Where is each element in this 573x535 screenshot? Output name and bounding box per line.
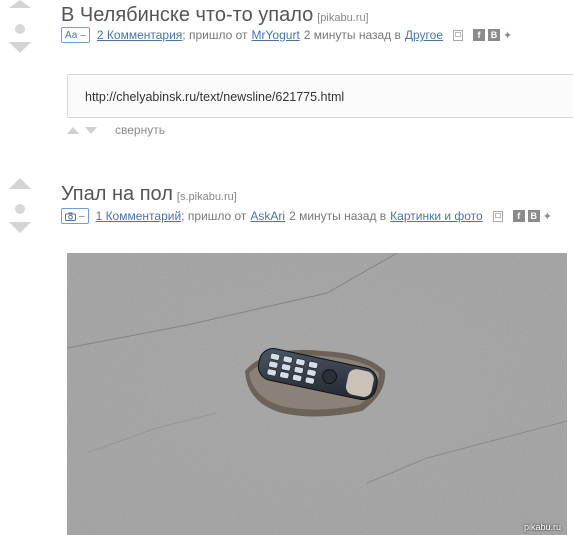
- link-preview-box: http://chelyabinsk.ru/text/newsline/6217…: [67, 74, 573, 118]
- badge-separator: –: [80, 29, 86, 41]
- vote-panel: [8, 178, 32, 233]
- link-url[interactable]: http://chelyabinsk.ru/text/newsline/6217…: [85, 90, 344, 104]
- downvote-icon[interactable]: [9, 222, 31, 233]
- post-title-text[interactable]: В Челябинске что-то упало: [61, 4, 313, 26]
- post-meta: – 1 Комментарий ; пришло от AskAri 2 мин…: [61, 208, 552, 224]
- facebook-icon[interactable]: f: [512, 210, 525, 222]
- twitter-icon[interactable]: ✦: [503, 29, 512, 42]
- downvote-icon[interactable]: [9, 42, 31, 53]
- comments-link[interactable]: 1 Комментарий: [96, 209, 182, 223]
- time-prefix: 2 минуты назад в: [303, 28, 401, 42]
- comments-link[interactable]: 2 Комментария: [97, 28, 182, 42]
- pikabu-watermark: pikabu.ru: [523, 522, 561, 532]
- vote-dot-icon: [15, 204, 25, 214]
- save-icon[interactable]: [453, 29, 464, 41]
- facebook-icon[interactable]: f: [473, 29, 486, 41]
- post-title[interactable]: Упал на пол [s.pikabu.ru]: [61, 183, 237, 206]
- vk-icon[interactable]: B: [527, 210, 540, 222]
- collapse-row: свернуть: [67, 123, 165, 137]
- upvote-icon[interactable]: [9, 0, 31, 8]
- post-meta: Аа – 2 Комментария ; пришло от MrYogurt 2…: [61, 27, 512, 43]
- post-title-text[interactable]: Упал на пол: [61, 183, 173, 205]
- post-image[interactable]: pikabu.ru: [67, 253, 567, 535]
- post-source[interactable]: [pikabu.ru]: [317, 12, 368, 24]
- save-icon[interactable]: [492, 210, 503, 222]
- from-prefix: ; пришло от: [181, 209, 247, 223]
- text-post-badge[interactable]: Аа –: [61, 27, 90, 43]
- vote-dot-icon: [15, 24, 25, 34]
- category-link[interactable]: Другое: [405, 28, 443, 42]
- camera-icon: [65, 212, 76, 221]
- small-upvote-icon[interactable]: [67, 126, 79, 134]
- time-prefix: 2 минуты назад в: [289, 209, 387, 223]
- upvote-icon[interactable]: [9, 178, 31, 189]
- collapse-link[interactable]: свернуть: [115, 123, 165, 137]
- image-post-badge[interactable]: –: [61, 208, 89, 224]
- cracked-phone-photo: [67, 253, 567, 535]
- vk-icon[interactable]: B: [488, 29, 501, 41]
- badge-label: Аа: [65, 29, 78, 41]
- vote-panel: [8, 0, 32, 53]
- post-source[interactable]: [s.pikabu.ru]: [177, 191, 237, 203]
- small-downvote-icon[interactable]: [85, 126, 97, 134]
- author-link[interactable]: MrYogurt: [252, 28, 300, 42]
- post-title[interactable]: В Челябинске что-то упало [pikabu.ru]: [61, 4, 369, 27]
- category-link[interactable]: Картинки и фото: [390, 209, 483, 223]
- from-prefix: ; пришло от: [182, 28, 248, 42]
- author-link[interactable]: AskAri: [250, 209, 285, 223]
- twitter-icon[interactable]: ✦: [543, 210, 552, 223]
- badge-separator: –: [79, 210, 85, 222]
